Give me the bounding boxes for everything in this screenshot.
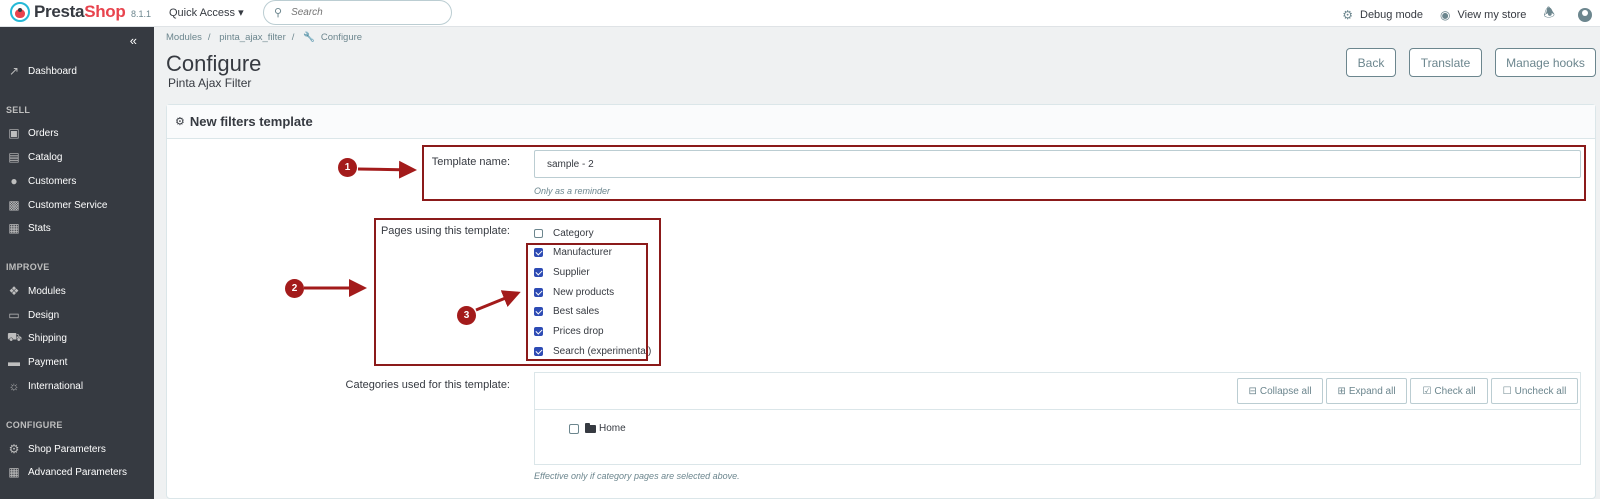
annotation-marker-3: 3 <box>457 306 476 325</box>
annotation-arrows <box>304 160 521 312</box>
arrow-3 <box>475 290 521 312</box>
arrow-1 <box>357 160 417 179</box>
annotation-marker-1: 1 <box>338 158 357 177</box>
annotation-marker-2: 2 <box>285 279 304 298</box>
